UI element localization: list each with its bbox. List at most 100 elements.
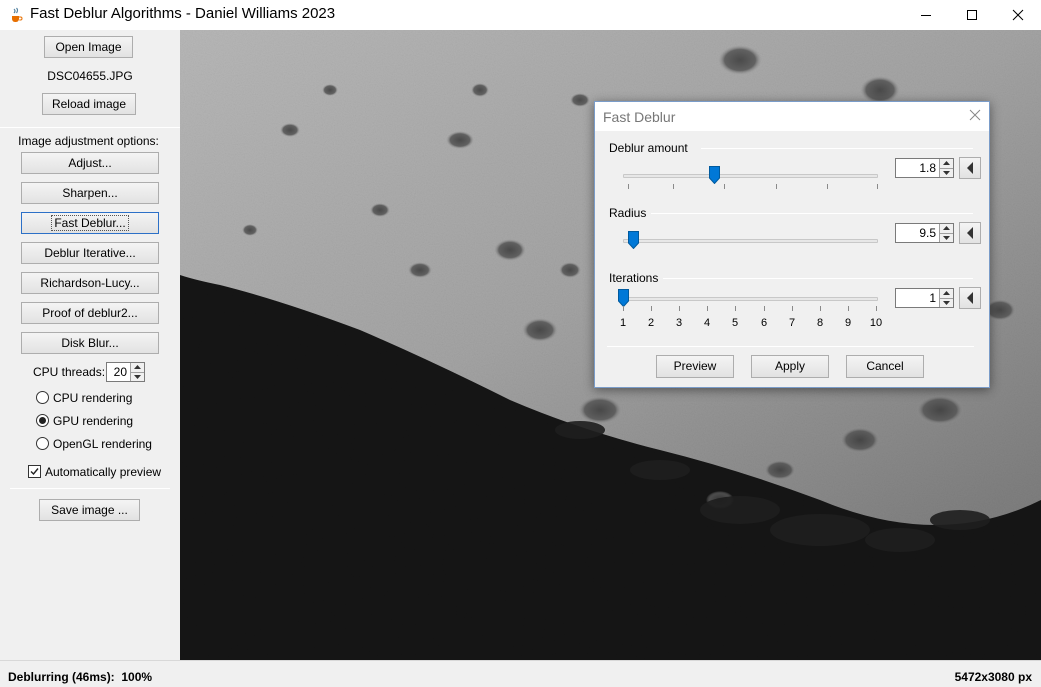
dialog-divider: [607, 346, 974, 347]
fast-deblur-button[interactable]: Fast Deblur...: [21, 212, 159, 234]
group-line: [651, 213, 973, 214]
disk-blur-button[interactable]: Disk Blur...: [21, 332, 159, 354]
options-heading: Image adjustment options:: [18, 134, 159, 148]
deblur-amount-label: Deblur amount: [609, 141, 688, 155]
spinner-arrows: [939, 159, 953, 177]
spinner-up-icon[interactable]: [940, 289, 953, 298]
richardson-lucy-button[interactable]: Richardson-Lucy...: [21, 272, 159, 294]
iterations-value[interactable]: 1: [896, 289, 939, 307]
radius-label: Radius: [609, 206, 647, 220]
iterations-tick-label: 8: [816, 317, 824, 329]
spinner-down-icon[interactable]: [940, 297, 953, 308]
deblur-amount-thumb[interactable]: [709, 166, 720, 185]
filename-label: DSC04655.JPG: [47, 69, 133, 83]
cpu-rendering-label: CPU rendering: [53, 391, 133, 405]
spinner-arrows: [939, 224, 953, 242]
spinner-up-icon[interactable]: [940, 224, 953, 233]
tick: [673, 184, 674, 189]
spinner-down-icon[interactable]: [131, 371, 144, 382]
iterations-tick-label: 10: [869, 317, 883, 329]
sharpen-button[interactable]: Sharpen...: [21, 182, 159, 204]
window-titlebar: Fast Deblur Algorithms - Daniel Williams…: [0, 0, 1041, 30]
cancel-button[interactable]: Cancel: [846, 355, 924, 378]
close-button[interactable]: [995, 0, 1041, 30]
deblur-iterative-label: Deblur Iterative...: [44, 246, 136, 260]
status-bar: Deblurring (46ms): 100% 5472x3080 px: [0, 660, 1041, 687]
preview-label: Preview: [673, 359, 717, 373]
group-line: [701, 148, 973, 149]
tick: [724, 184, 725, 189]
iterations-tick-label: 3: [675, 317, 683, 329]
check-icon: [30, 468, 39, 476]
disk-blur-label: Disk Blur...: [61, 336, 119, 350]
iterations-label: Iterations: [609, 271, 659, 285]
apply-label: Apply: [774, 359, 806, 373]
radius-thumb[interactable]: [628, 231, 639, 250]
open-image-label: Open Image: [55, 40, 122, 54]
divider: [10, 488, 170, 489]
iterations-tick-label: 4: [703, 317, 711, 329]
spinner-up-icon[interactable]: [940, 159, 953, 168]
reload-image-button[interactable]: Reload image: [42, 93, 136, 115]
auto-preview-label: Automatically preview: [45, 465, 162, 479]
spinner-arrows: [939, 289, 953, 307]
auto-preview-checkbox[interactable]: [28, 465, 41, 478]
dialog-close-button[interactable]: [969, 109, 981, 124]
radius-track[interactable]: [623, 239, 878, 243]
minimize-button[interactable]: [903, 0, 949, 30]
gpu-rendering-label: GPU rendering: [53, 414, 134, 428]
spinner-arrows: [130, 363, 144, 381]
deblur-amount-spinner[interactable]: 1.8: [895, 158, 954, 178]
deblur-amount-value[interactable]: 1.8: [896, 159, 939, 177]
iterations-thumb[interactable]: [618, 289, 629, 308]
preview-button[interactable]: Preview: [656, 355, 734, 378]
deblur-amount-reset-button[interactable]: [959, 157, 981, 179]
maximize-icon: [967, 10, 977, 20]
cpu-threads-spinner[interactable]: 20: [106, 362, 145, 382]
cpu-threads-value[interactable]: 20: [107, 363, 130, 381]
sharpen-label: Sharpen...: [62, 186, 118, 200]
proof-of-deblur2-label: Proof of deblur2...: [42, 306, 138, 320]
cpu-rendering-radio[interactable]: [36, 391, 49, 404]
tick: [827, 184, 828, 189]
adjust-label: Adjust...: [68, 156, 112, 170]
richardson-lucy-label: Richardson-Lucy...: [40, 276, 140, 290]
iterations-tick: [848, 306, 849, 311]
save-image-button[interactable]: Save image ...: [39, 499, 140, 521]
adjust-button[interactable]: Adjust...: [21, 152, 159, 174]
radius-value[interactable]: 9.5: [896, 224, 939, 242]
deblur-iterative-button[interactable]: Deblur Iterative...: [21, 242, 159, 264]
iterations-tick-label: 1: [619, 317, 627, 329]
iterations-track[interactable]: [623, 297, 878, 301]
java-cup-icon: [8, 7, 24, 23]
dialog-titlebar[interactable]: Fast Deblur: [595, 102, 989, 131]
iterations-tick: [792, 306, 793, 311]
radius-spinner[interactable]: 9.5: [895, 223, 954, 243]
opengl-rendering-radio[interactable]: [36, 437, 49, 450]
spinner-down-icon[interactable]: [940, 167, 953, 178]
left-panel: Open Image DSC04655.JPG Reload image Ima…: [0, 30, 180, 660]
fast-deblur-label: Fast Deblur...: [51, 215, 129, 231]
iterations-tick: [735, 306, 736, 311]
status-dimensions: 5472x3080 px: [954, 670, 1032, 684]
maximize-button[interactable]: [949, 0, 995, 30]
iterations-tick-label: 2: [647, 317, 655, 329]
open-image-button[interactable]: Open Image: [44, 36, 133, 58]
minimize-icon: [921, 15, 931, 16]
gpu-rendering-radio[interactable]: [36, 414, 49, 427]
opengl-rendering-label: OpenGL rendering: [53, 437, 152, 451]
iterations-spinner[interactable]: 1: [895, 288, 954, 308]
spinner-up-icon[interactable]: [131, 363, 144, 372]
radius-reset-button[interactable]: [959, 222, 981, 244]
apply-button[interactable]: Apply: [751, 355, 829, 378]
close-icon: [1012, 9, 1024, 21]
iterations-tick: [820, 306, 821, 311]
deblur-amount-track[interactable]: [623, 174, 878, 178]
spinner-down-icon[interactable]: [940, 232, 953, 243]
iterations-tick-label: 6: [760, 317, 768, 329]
iterations-reset-button[interactable]: [959, 287, 981, 309]
iterations-tick: [764, 306, 765, 311]
proof-of-deblur2-button[interactable]: Proof of deblur2...: [21, 302, 159, 324]
reset-arrow-icon: [967, 162, 973, 174]
reset-arrow-icon: [967, 227, 973, 239]
